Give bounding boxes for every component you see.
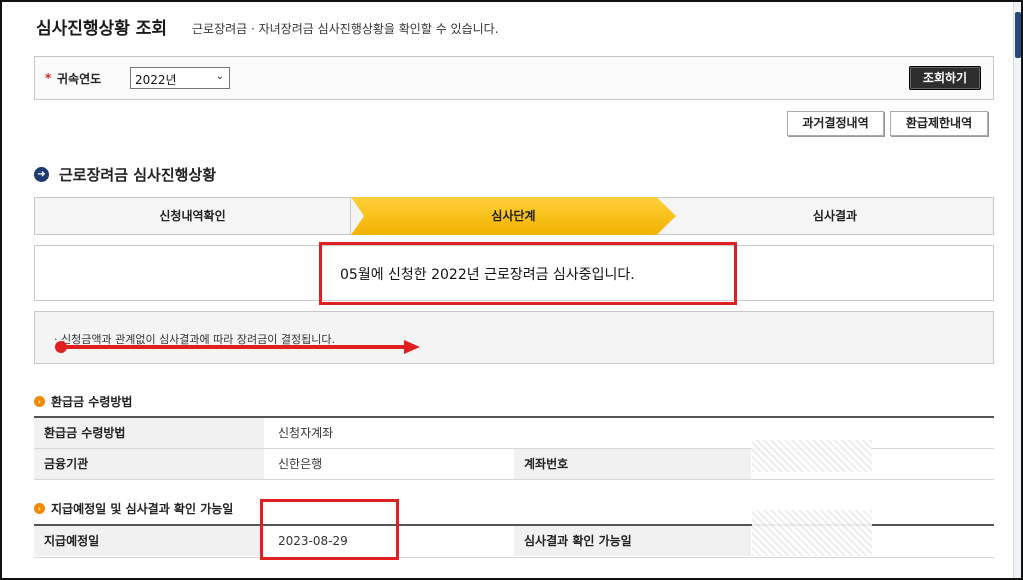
schedule-section-title: › 지급예정일 및 심사결과 확인 가능일 xyxy=(34,500,233,517)
query-button[interactable]: 조회하기 xyxy=(909,66,981,90)
pay-date-label: 지급예정일 xyxy=(34,526,264,556)
step-review-label: 심사단계 xyxy=(491,209,536,223)
redacted-account-number xyxy=(752,440,872,472)
search-bar: * 귀속연도 2022년 ⌄ 조회하기 xyxy=(34,56,994,100)
required-mark: * xyxy=(45,71,52,85)
step-application-check: 신청내역확인 xyxy=(35,198,351,234)
progress-section-title: ➜ 근로장려금 심사진행상황 xyxy=(34,164,216,185)
vertical-scrollbar[interactable] xyxy=(1013,2,1021,578)
highlight-box-message xyxy=(319,242,737,305)
scrollbar-thumb[interactable] xyxy=(1015,12,1021,58)
bank-label: 금융기관 xyxy=(34,449,264,479)
highlight-box-pay-date xyxy=(260,499,399,560)
chevron-right-circle-icon: › xyxy=(34,396,45,407)
method-label: 환급금 수령방법 xyxy=(34,418,264,448)
refund-limits-button[interactable]: 환급제한내역 xyxy=(890,111,988,136)
page-title: 심사진행상황 조회 xyxy=(36,19,168,39)
chevron-right-circle-icon: › xyxy=(34,503,45,514)
result-date-label: 심사결과 확인 가능일 xyxy=(514,526,751,556)
year-select[interactable]: 2022년 ⌄ xyxy=(130,67,230,89)
chevron-down-icon: ⌄ xyxy=(215,71,224,82)
progress-steps: 신청내역확인 심사단계 심사결과 xyxy=(34,197,994,235)
year-label: 귀속연도 xyxy=(57,72,102,86)
refund-method-section-title: › 환급금 수령방법 xyxy=(34,393,132,410)
arrow-right-circle-icon: ➜ xyxy=(34,167,49,182)
bank-value: 신한은행 xyxy=(278,457,323,471)
step-review-result: 심사결과 xyxy=(812,209,858,223)
redacted-result-date xyxy=(752,510,872,556)
account-label: 계좌번호 xyxy=(514,449,751,479)
year-select-value: 2022년 xyxy=(135,73,177,87)
refund-method-section-label: 환급금 수령방법 xyxy=(51,395,133,409)
red-arrow-annotation xyxy=(55,340,420,354)
step-review-active: 심사단계 xyxy=(351,197,676,235)
schedule-section-label: 지급예정일 및 심사결과 확인 가능일 xyxy=(51,502,234,516)
method-value: 신청자계좌 xyxy=(278,426,334,440)
progress-section-label: 근로장려금 심사진행상황 xyxy=(59,166,217,184)
page-subtitle: 근로장려금 · 자녀장려금 심사진행상황을 확인할 수 있습니다. xyxy=(192,22,499,36)
past-decisions-button[interactable]: 과거결정내역 xyxy=(787,111,884,136)
